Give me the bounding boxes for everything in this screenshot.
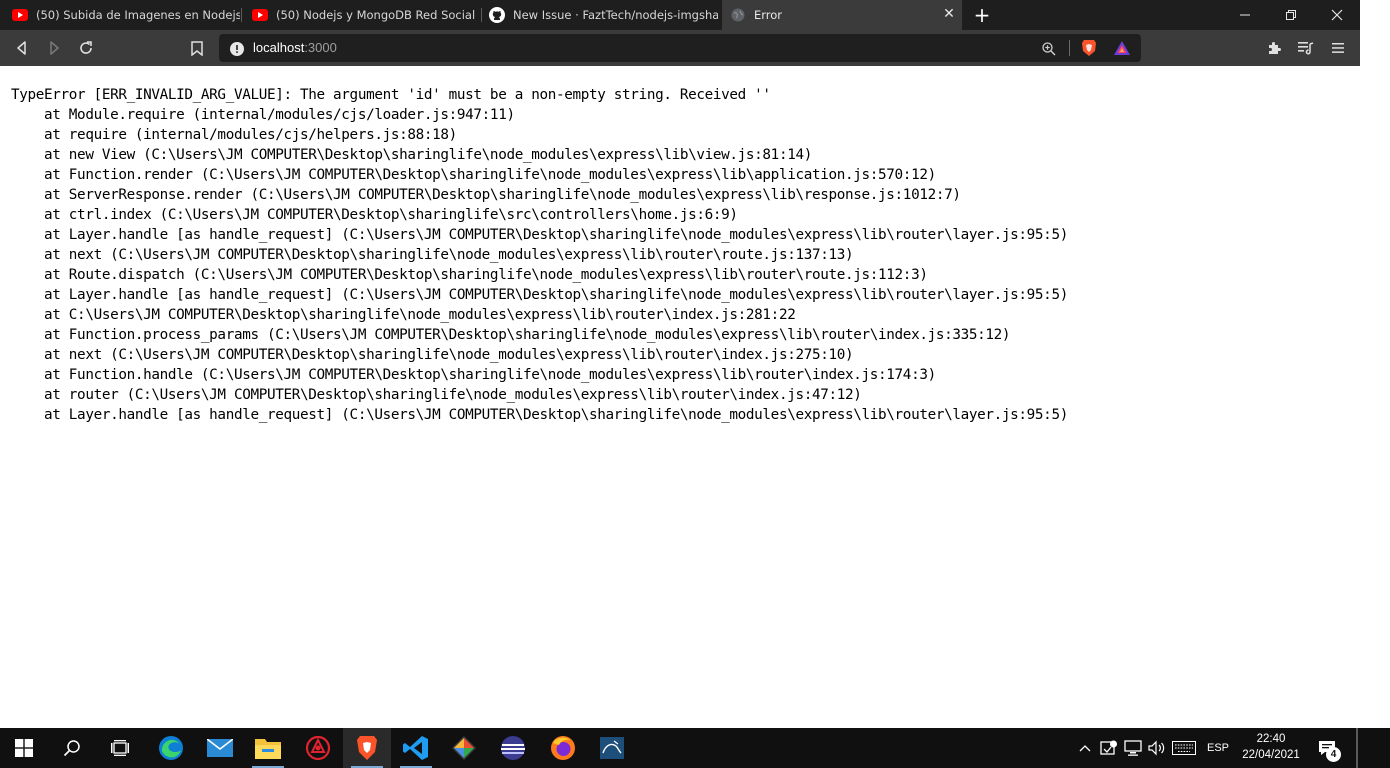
striped-app-icon[interactable] <box>489 728 537 768</box>
network-icon[interactable] <box>1122 728 1144 768</box>
input-language-indicator[interactable]: ESP <box>1203 728 1233 768</box>
search-icon[interactable] <box>48 728 96 768</box>
close-window-button[interactable] <box>1314 0 1360 30</box>
brave-rewards-icon[interactable] <box>1113 40 1131 56</box>
stack-frame: at ServerResponse.render (C:\Users\JM CO… <box>11 187 961 203</box>
stack-frame: at C:\Users\JM COMPUTER\Desktop\sharingl… <box>11 307 796 323</box>
stack-frame: at next (C:\Users\JM COMPUTER\Desktop\sh… <box>11 247 854 263</box>
page-content: TypeError [ERR_INVALID_ARG_VALUE]: The a… <box>0 66 1360 728</box>
file-explorer-icon[interactable] <box>244 728 292 768</box>
youtube-icon <box>12 7 28 23</box>
github-icon <box>489 7 505 23</box>
touch-keyboard-icon[interactable] <box>1170 728 1198 768</box>
brave-icon[interactable] <box>343 728 391 768</box>
tab-title: (50) Nodejs y MongoDB Red Social, Pro <box>276 8 476 22</box>
red-app-icon[interactable] <box>294 728 342 768</box>
globe-icon <box>730 7 746 23</box>
restore-button[interactable] <box>1268 0 1314 30</box>
error-message: TypeError [ERR_INVALID_ARG_VALUE]: The a… <box>11 87 771 103</box>
start-button[interactable] <box>0 728 48 768</box>
vscode-icon[interactable] <box>392 728 440 768</box>
edge-icon[interactable] <box>147 728 195 768</box>
window-edge <box>1360 0 1390 728</box>
tab-error[interactable]: Error ✕ <box>722 0 962 30</box>
url-host: localhost <box>253 40 305 55</box>
media-queue-icon[interactable] <box>1294 36 1318 60</box>
tab-github-new-issue[interactable]: New Issue · FaztTech/nodejs-imgshare <box>482 0 720 30</box>
task-view-icon[interactable] <box>96 728 144 768</box>
stack-frame: at Function.process_params (C:\Users\JM … <box>11 327 1011 343</box>
tab-youtube-red-social[interactable]: (50) Nodejs y MongoDB Red Social, Pro <box>242 0 480 30</box>
show-desktop-button[interactable] <box>1356 728 1358 768</box>
volume-icon[interactable] <box>1146 728 1168 768</box>
browser-tab-bar: (50) Subida de Imagenes en Nodejs con (5… <box>0 0 1360 30</box>
address-bar[interactable]: localhost:3000 <box>219 34 1141 62</box>
tab-title: New Issue · FaztTech/nodejs-imgshare <box>513 8 718 22</box>
firefox-icon[interactable] <box>539 728 587 768</box>
forward-button[interactable] <box>42 36 66 60</box>
stack-frame: at Module.require (internal/modules/cjs/… <box>11 107 515 123</box>
clock-time: 22:40 <box>1256 733 1286 745</box>
mysql-workbench-icon[interactable] <box>588 728 636 768</box>
site-info-icon[interactable] <box>230 41 244 56</box>
close-tab-icon[interactable]: ✕ <box>942 7 956 21</box>
stack-frame: at next (C:\Users\JM COMPUTER\Desktop\sh… <box>11 347 854 363</box>
stack-frame: at router (C:\Users\JM COMPUTER\Desktop\… <box>11 387 862 403</box>
stack-frame: at ctrl.index (C:\Users\JM COMPUTER\Desk… <box>11 207 738 223</box>
tab-title: Error <box>754 8 783 22</box>
stack-frame: at new View (C:\Users\JM COMPUTER\Deskto… <box>11 147 812 163</box>
bookmark-button[interactable] <box>185 36 209 60</box>
git-icon[interactable] <box>440 728 488 768</box>
tray-app-icon[interactable] <box>1098 728 1120 768</box>
mail-icon[interactable] <box>196 728 244 768</box>
notification-count-badge: 4 <box>1326 747 1341 762</box>
error-stack-trace: TypeError [ERR_INVALID_ARG_VALUE]: The a… <box>11 85 1068 425</box>
stack-frame: at Layer.handle [as handle_request] (C:\… <box>11 407 1068 423</box>
extensions-icon[interactable] <box>1262 36 1286 60</box>
reload-button[interactable] <box>74 36 98 60</box>
url-text: localhost:3000 <box>253 34 337 62</box>
new-tab-button[interactable]: + <box>971 4 993 26</box>
browser-toolbar: localhost:3000 <box>0 30 1360 66</box>
tab-title: (50) Subida de Imagenes en Nodejs con <box>36 8 240 22</box>
stack-frame: at Layer.handle [as handle_request] (C:\… <box>11 227 1068 243</box>
url-port: :3000 <box>304 40 337 55</box>
tab-youtube-subida[interactable]: (50) Subida de Imagenes en Nodejs con <box>0 0 240 30</box>
clock-date: 22/04/2021 <box>1242 749 1300 761</box>
windows-taskbar: ESP 22:40 22/04/2021 4 <box>0 728 1390 768</box>
minimize-button[interactable] <box>1222 0 1268 30</box>
stack-frame: at Function.handle (C:\Users\JM COMPUTER… <box>11 367 936 383</box>
stack-frame: at Layer.handle [as handle_request] (C:\… <box>11 287 1068 303</box>
stack-frame: at Route.dispatch (C:\Users\JM COMPUTER\… <box>11 267 928 283</box>
stack-frame: at require (internal/modules/cjs/helpers… <box>11 127 457 143</box>
system-clock[interactable]: 22:40 22/04/2021 <box>1236 731 1306 763</box>
show-hidden-icons-button[interactable] <box>1076 728 1094 768</box>
stack-frame: at Function.render (C:\Users\JM COMPUTER… <box>11 167 936 183</box>
omnibox-divider <box>1069 40 1070 56</box>
youtube-icon <box>252 7 268 23</box>
brave-shields-icon[interactable] <box>1081 39 1097 57</box>
back-button[interactable] <box>10 36 34 60</box>
zoom-icon[interactable] <box>1042 41 1056 56</box>
menu-icon[interactable] <box>1326 36 1350 60</box>
